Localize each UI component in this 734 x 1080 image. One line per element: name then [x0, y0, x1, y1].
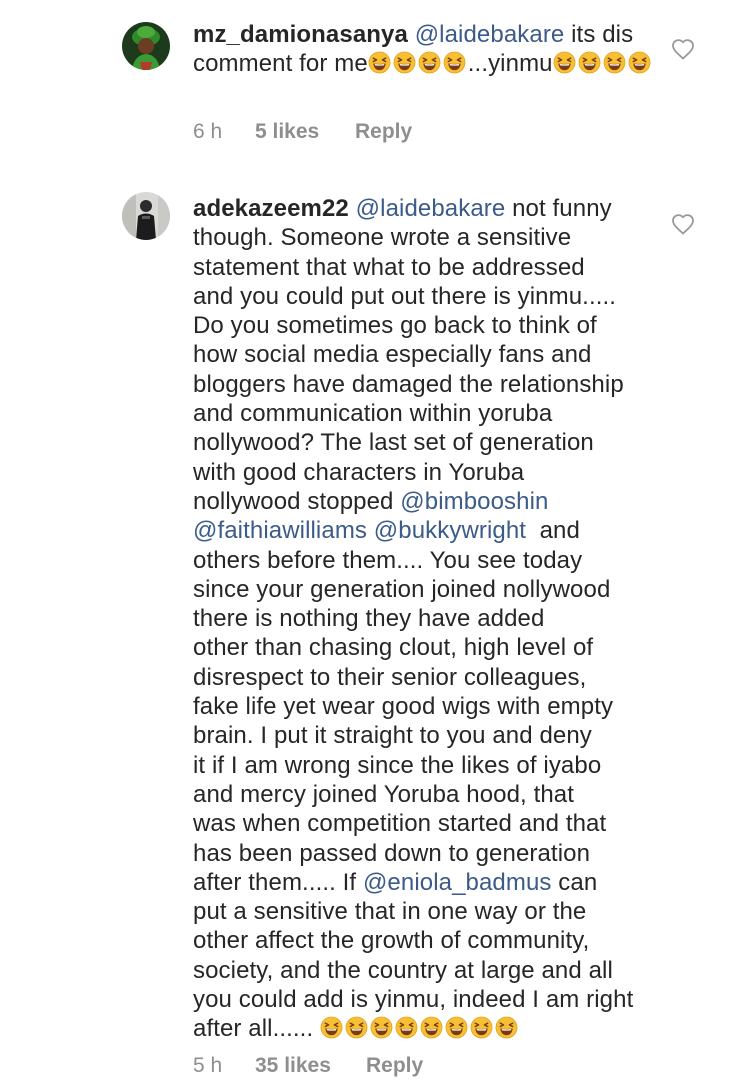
profile-photo-woman-green-headwrap [122, 22, 170, 70]
comment-likes-count[interactable]: 35 likes [255, 1054, 366, 1078]
comment-text-segment: nollywood? The last set of generation [193, 429, 594, 457]
comment-text-segment: not funny [505, 195, 612, 222]
grinning-squinting-face-emoji [370, 1016, 393, 1039]
comment-item: adekazeem22 @laidebakare not funny though… [0, 160, 734, 1080]
comment-meta: 6 h 5 likes Reply [193, 120, 412, 144]
avatar[interactable] [122, 192, 170, 240]
grinning-squinting-face-emoji [345, 1016, 368, 1039]
emoji-group [553, 50, 653, 77]
comment-text-segment: you could add is yinmu, indeed I am righ… [193, 986, 634, 1014]
comment-timestamp: 5 h [193, 1054, 223, 1077]
comment-text-segment: it if I am wrong since the likes of iyab… [193, 751, 602, 779]
comment-likes-count[interactable]: 5 likes [255, 120, 355, 144]
comment-text: mz_damionasanya @laidebakare its dis com… [193, 20, 663, 79]
comment-text-segment: bloggers have damaged the relationship [193, 370, 624, 398]
comment-text-segment: nollywood stopped [193, 487, 401, 515]
comment-text-segment: society, and the country at large and al… [193, 956, 613, 984]
grinning-squinting-face-emoji [470, 1016, 493, 1039]
comment-text-segment: and communication within yoruba [193, 400, 553, 428]
comment-text-segment: how social media especially fans and [193, 341, 592, 369]
grinning-squinting-face-emoji [578, 51, 601, 74]
comment-text-segment: after all...... [193, 1015, 320, 1043]
comment-text-segment: fake life yet wear good wigs with empty [193, 693, 614, 721]
comment-text-segment [367, 517, 374, 544]
mention-link[interactable]: @laidebakare [356, 195, 506, 222]
comment-text-segment: and [526, 517, 580, 545]
comment-username[interactable]: adekazeem22 [193, 195, 349, 222]
comment-text-segment: brain. I put it straight to you and deny [193, 722, 592, 750]
comment-text: adekazeem22 @laidebakare not funny though… [193, 194, 663, 1044]
comment-text-segment [349, 195, 356, 222]
reply-button[interactable]: Reply [366, 1054, 423, 1078]
comment-text-segment: others before them.... You see today [193, 546, 583, 574]
comment-text-segment: other than chasing clout, high level of [193, 634, 594, 662]
comment-text-segment: though. Someone wrote a sensitive [193, 224, 572, 252]
comment-text-segment: with good characters in Yoruba [193, 458, 525, 486]
comment-content: adekazeem22 @laidebakare not funny though… [193, 194, 663, 1044]
comment-meta: 5 h 35 likes Reply [193, 1054, 423, 1078]
mention-link[interactable]: @eniola_badmus [363, 869, 552, 896]
comment-text-segment: and mercy joined Yoruba hood, that [193, 780, 575, 808]
comment-text-segment: after them..... If [193, 868, 363, 896]
comment-text-segment: ...yinmu [467, 50, 553, 78]
comment-text-segment: disrespect to their senior colleagues, [193, 663, 587, 691]
comment-text-segment: was when competition started and that [193, 810, 607, 838]
grinning-squinting-face-emoji [320, 1016, 343, 1039]
comment-text-segment: other affect the growth of community, [193, 927, 590, 955]
grinning-squinting-face-emoji [495, 1016, 518, 1039]
grinning-squinting-face-emoji [445, 1016, 468, 1039]
comment-username[interactable]: mz_damionasanya [193, 21, 408, 48]
grinning-squinting-face-emoji [393, 51, 416, 74]
heart-outline-icon[interactable] [671, 38, 695, 60]
comment-timestamp: 6 h [193, 120, 223, 143]
reply-button[interactable]: Reply [355, 120, 412, 144]
mention-link[interactable]: @faithiawilliams [193, 517, 367, 544]
grinning-squinting-face-emoji [368, 51, 391, 74]
comment-content: mz_damionasanya @laidebakare its dis com… [193, 20, 663, 79]
comment-text-segment: can [551, 868, 598, 896]
heart-outline-icon[interactable] [671, 213, 695, 235]
grinning-squinting-face-emoji [628, 51, 651, 74]
emoji-group [368, 50, 468, 77]
grinning-squinting-face-emoji [395, 1016, 418, 1039]
mention-link[interactable]: @laidebakare [415, 21, 565, 48]
grinning-squinting-face-emoji [418, 51, 441, 74]
mention-link[interactable]: @bimbooshin [400, 488, 548, 515]
grinning-squinting-face-emoji [603, 51, 626, 74]
comment-text-segment: put a sensitive that in one way or the [193, 898, 587, 926]
avatar[interactable] [122, 22, 170, 70]
comment-text-segment: has been passed down to generation [193, 839, 591, 867]
grinning-squinting-face-emoji [553, 51, 576, 74]
comment-text-segment: there is nothing they have added [193, 605, 545, 633]
comment-text-segment: Do you sometimes go back to think of [193, 312, 597, 340]
comment-text-segment: since your generation joined nollywood [193, 575, 611, 603]
emoji-group [320, 1015, 520, 1042]
grinning-squinting-face-emoji [420, 1016, 443, 1039]
comment-text-segment: statement that what to be addressed [193, 253, 585, 281]
comment-text-segment: and you could put out there is yinmu....… [193, 282, 617, 310]
grinning-squinting-face-emoji [443, 51, 466, 74]
mention-link[interactable]: @bukkywright [374, 517, 526, 544]
profile-photo-man-dark-outfit [122, 192, 170, 240]
comment-item: mz_damionasanya @laidebakare its dis com… [0, 0, 734, 160]
